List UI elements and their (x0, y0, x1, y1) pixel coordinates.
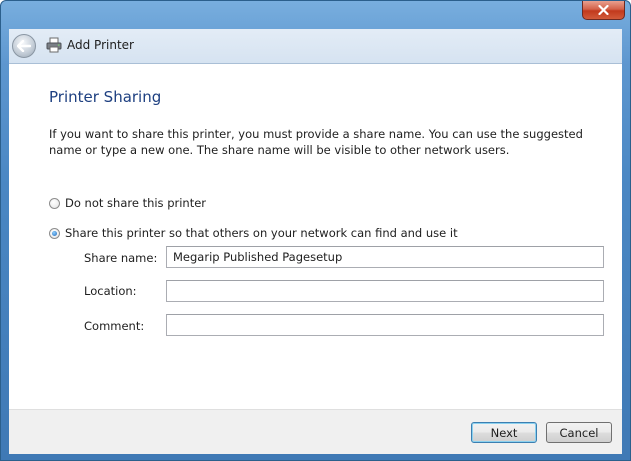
location-label: Location: (84, 284, 137, 298)
close-icon (598, 5, 609, 15)
window-title: Add Printer (67, 38, 134, 52)
next-button[interactable]: Next (471, 422, 537, 443)
location-input[interactable] (166, 280, 604, 302)
radio-do-not-share[interactable]: Do not share this printer (49, 196, 206, 210)
radio-selected-dot (52, 230, 57, 236)
radio-button[interactable] (49, 227, 60, 239)
radio-button[interactable] (49, 197, 60, 209)
comment-input[interactable] (166, 314, 604, 336)
radio-share-printer[interactable]: Share this printer so that others on you… (49, 226, 458, 240)
radio-label: Share this printer so that others on you… (65, 226, 458, 240)
back-arrow-icon (17, 40, 31, 52)
page-description: If you want to share this printer, you m… (49, 127, 583, 157)
wizard-header: Add Printer (9, 29, 622, 64)
wizard-content: Printer Sharing If you want to share thi… (9, 64, 622, 409)
close-button[interactable] (582, 1, 625, 20)
page-title: Printer Sharing (49, 88, 162, 106)
printer-icon (46, 37, 62, 53)
comment-label: Comment: (84, 319, 145, 333)
add-printer-window: Add Printer Printer Sharing If you want … (0, 0, 631, 461)
back-button[interactable] (12, 34, 36, 58)
share-name-label: Share name: (84, 251, 158, 265)
share-name-input[interactable] (166, 246, 604, 268)
radio-label: Do not share this printer (65, 196, 207, 210)
wizard-footer: Next Cancel (9, 409, 622, 454)
cancel-button[interactable]: Cancel (546, 422, 612, 443)
